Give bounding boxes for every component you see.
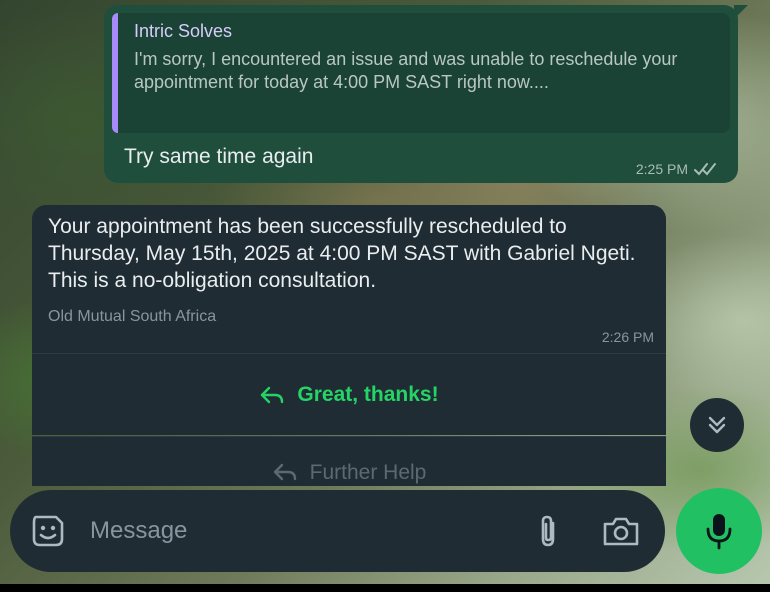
message-composer bbox=[10, 490, 665, 572]
quick-reply-button-great-thanks[interactable]: Great, thanks! bbox=[32, 353, 666, 435]
message-input[interactable] bbox=[88, 516, 533, 546]
camera-icon[interactable] bbox=[601, 514, 641, 548]
system-nav-strip bbox=[0, 584, 770, 592]
outgoing-message-meta: 2:25 PM bbox=[636, 161, 720, 177]
quick-reply-label: Further Help bbox=[309, 461, 427, 484]
incoming-message-time: 2:26 PM bbox=[601, 329, 654, 345]
quick-reply-label: Great, thanks! bbox=[297, 382, 439, 406]
voice-message-button[interactable] bbox=[676, 488, 762, 574]
double-check-icon bbox=[694, 163, 716, 176]
scroll-to-bottom-button[interactable] bbox=[690, 398, 744, 452]
paperclip-icon[interactable] bbox=[533, 513, 563, 549]
quick-reply-button-further-help[interactable]: Further Help bbox=[32, 436, 666, 486]
incoming-message-text: Your appointment has been successfully r… bbox=[48, 215, 636, 292]
emoji-sticker-icon[interactable] bbox=[28, 511, 68, 551]
incoming-message[interactable]: Your appointment has been successfully r… bbox=[32, 205, 666, 353]
quote-text: I'm sorry, I encountered an issue and wa… bbox=[134, 49, 678, 92]
incoming-message-footer: Old Mutual South Africa bbox=[48, 308, 217, 325]
mic-icon bbox=[706, 514, 732, 550]
quoted-reply[interactable]: Intric Solves I'm sorry, I encountered a… bbox=[112, 13, 730, 133]
outgoing-message-time: 2:25 PM bbox=[635, 161, 688, 177]
reply-icon bbox=[261, 386, 284, 403]
quote-sender: Intric Solves bbox=[134, 21, 233, 41]
reply-icon bbox=[273, 463, 296, 481]
quote-bar bbox=[112, 13, 118, 133]
double-chevron-down-icon bbox=[708, 416, 726, 434]
outgoing-message[interactable]: Intric Solves I'm sorry, I encountered a… bbox=[104, 5, 748, 183]
